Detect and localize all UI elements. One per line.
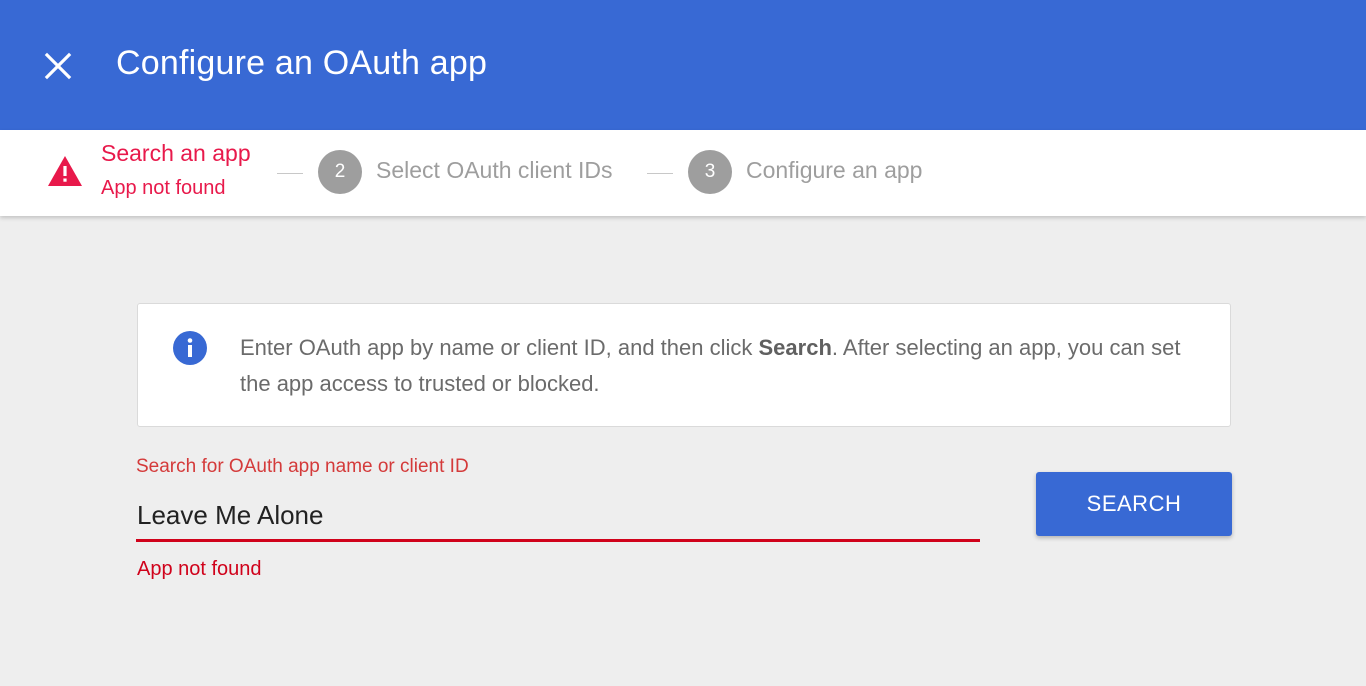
close-icon	[44, 52, 72, 80]
info-card: Enter OAuth app by name or client ID, an…	[137, 303, 1231, 427]
step-search-app-label[interactable]: Search an app	[101, 140, 251, 167]
info-text-part: Enter OAuth app by name or client ID, an…	[240, 335, 759, 360]
step-select-client-ids-label: Select OAuth client IDs	[376, 157, 613, 183]
info-text-bold: Search	[758, 335, 832, 360]
step-configure-app-label: Configure an app	[746, 157, 923, 183]
step-connector	[277, 173, 303, 174]
step-connector	[647, 173, 673, 174]
close-button[interactable]	[38, 46, 78, 86]
search-error-text: App not found	[137, 558, 262, 580]
step-number-3: 3	[688, 150, 732, 194]
step-number-2: 2	[318, 150, 362, 194]
search-field-label: Search for OAuth app name or client ID	[136, 456, 469, 477]
page-title: Configure an OAuth app	[116, 44, 488, 82]
info-text: Enter OAuth app by name or client ID, an…	[240, 330, 1200, 402]
search-button[interactable]: SEARCH	[1036, 472, 1232, 536]
search-input[interactable]	[136, 496, 980, 542]
header-bar: Configure an OAuth app	[0, 0, 1366, 130]
warning-icon	[48, 156, 82, 186]
step-search-app-error: App not found	[101, 177, 226, 199]
info-icon	[173, 331, 207, 365]
